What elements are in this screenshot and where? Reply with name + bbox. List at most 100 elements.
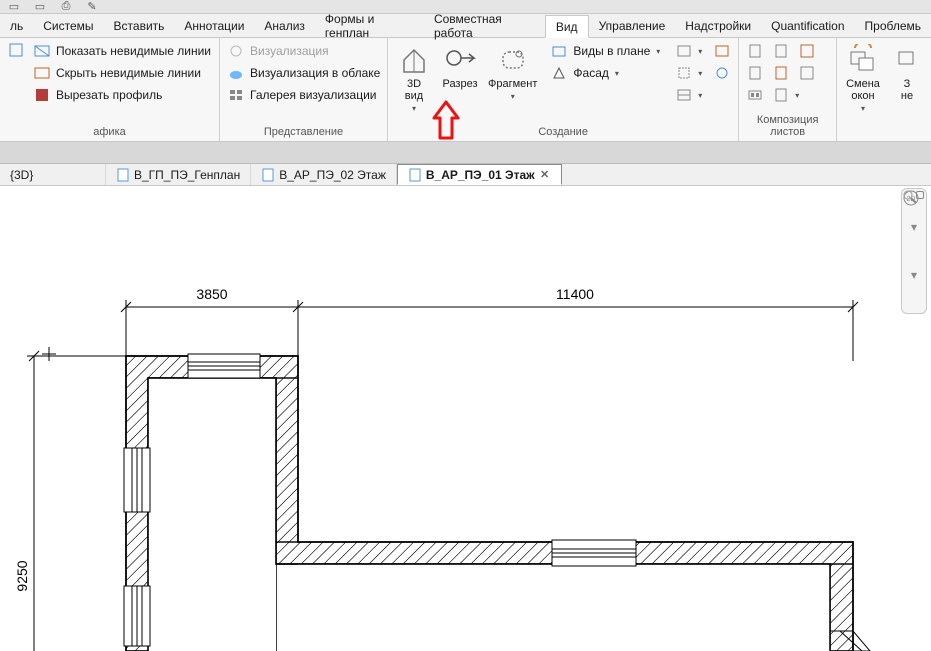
small-icon [676, 87, 692, 103]
menu-insert[interactable]: Вставить [104, 14, 175, 37]
panel-title-graphics: афика [4, 124, 215, 141]
qat-icon[interactable]: ▭ [6, 1, 22, 13]
sheet-btn-5[interactable] [769, 62, 793, 84]
sheet-btn-7[interactable] [743, 84, 767, 106]
menu-massing[interactable]: Формы и генплан [315, 14, 424, 37]
panel-title-windows [841, 124, 927, 141]
tab-3d[interactable]: {3D} [0, 164, 106, 185]
ribbon: Показать невидимые линии Скрыть невидимы… [0, 38, 931, 142]
menu-collaborate[interactable]: Совместная работа [424, 14, 545, 37]
menu-analyze[interactable]: Анализ [254, 14, 315, 37]
drawing-viewport[interactable]: 2D ▾ ▾ 3850 11400 [0, 186, 931, 651]
callout-icon [497, 44, 529, 76]
small-icon [799, 43, 815, 59]
tab-label: В_ГП_ПЭ_Генплан [134, 168, 240, 182]
render-icon [228, 43, 244, 59]
elevation-icon [551, 65, 567, 81]
qat-icon[interactable]: ✎ [84, 1, 100, 13]
render-button: Визуализация [224, 40, 384, 62]
cut-profile-label: Вырезать профиль [56, 88, 162, 102]
plan-views-button[interactable]: Виды в плане ▾ [547, 40, 664, 62]
dropdown-icon: ▾ [656, 47, 660, 56]
close-hidden-label: З не [901, 78, 913, 102]
render-cloud-icon [228, 65, 244, 81]
small-icon [714, 43, 730, 59]
menu-issues[interactable]: Проблемь [855, 14, 931, 37]
qat-icon[interactable]: ⎙ [58, 1, 74, 13]
panel-title-sheets: Композиция листов [743, 112, 832, 141]
render-label: Визуализация [250, 44, 329, 58]
menu-manage[interactable]: Управление [589, 14, 676, 37]
menu-quantification[interactable]: Quantification [761, 14, 854, 37]
switch-windows-button[interactable]: Смена окон ▾ [841, 40, 885, 117]
menu-annotate[interactable]: Аннотации [174, 14, 254, 37]
small-icon [747, 87, 763, 103]
show-hidden-lines-button[interactable]: Показать невидимые линии [30, 40, 215, 62]
callout-button[interactable]: Фрагмент ▾ [484, 40, 541, 105]
switch-windows-icon [847, 44, 879, 76]
section-button[interactable]: Разрез [438, 40, 482, 92]
tab-floor2[interactable]: В_АР_ПЭ_02 Этаж [251, 164, 397, 185]
dimension-label: 3850 [196, 286, 227, 302]
hide-hidden-icon [34, 65, 50, 81]
small-icon [773, 87, 789, 103]
doc-icon [408, 168, 422, 182]
tab-floor1[interactable]: В_АР_ПЭ_01 Этаж ✕ [397, 164, 562, 185]
spacer-bar [0, 142, 931, 164]
cut-profile-button[interactable]: Вырезать профиль [30, 84, 215, 106]
doc-icon [261, 168, 275, 182]
dropdown-icon: ▾ [412, 103, 416, 115]
sheet-btn-8[interactable]: ▾ [769, 84, 803, 106]
sheet-btn-6[interactable] [795, 62, 819, 84]
elevation-button[interactable]: Фасад ▾ [547, 62, 664, 84]
tab-label: В_АР_ПЭ_01 Этаж [426, 168, 535, 182]
dropdown-icon: ▾ [615, 69, 619, 78]
tab-label: {3D} [10, 168, 33, 182]
small-icon [773, 65, 789, 81]
small-icon [676, 65, 692, 81]
graphics-icon[interactable] [8, 42, 24, 58]
dropdown-icon: ▾ [861, 103, 865, 115]
creation-small-2[interactable]: ▾ [672, 62, 706, 84]
sheet-btn-2[interactable] [769, 40, 793, 62]
qat-icon[interactable]: ▭ [32, 1, 48, 13]
small-icon [747, 43, 763, 59]
render-gallery-icon [228, 87, 244, 103]
panel-title-presentation: Представление [224, 124, 383, 141]
menu-systems[interactable]: Системы [33, 14, 103, 37]
section-label: Разрез [442, 78, 477, 90]
creation-small-4[interactable] [710, 40, 734, 62]
switch-windows-label: Смена окон [846, 78, 880, 102]
menu-addins[interactable]: Надстройки [675, 14, 761, 37]
sheet-btn-1[interactable] [743, 40, 767, 62]
sheet-btn-4[interactable] [743, 62, 767, 84]
creation-small-1[interactable]: ▾ [672, 40, 706, 62]
dropdown-icon: ▾ [511, 91, 515, 103]
tab-genplan[interactable]: В_ГП_ПЭ_Генплан [106, 164, 251, 185]
sheet-btn-3[interactable] [795, 40, 819, 62]
show-hidden-icon [34, 43, 50, 59]
render-cloud-button[interactable]: Визуализация в облаке [224, 62, 384, 84]
close-hidden-button[interactable]: З не [887, 40, 927, 104]
close-tab-button[interactable]: ✕ [539, 169, 551, 181]
plan-view-icon [551, 43, 567, 59]
creation-small-3[interactable]: ▾ [672, 84, 706, 106]
render-gallery-button[interactable]: Галерея визуализации [224, 84, 384, 106]
render-gallery-label: Галерея визуализации [250, 88, 377, 102]
floor-plan-drawing: 3850 11400 9250 [0, 186, 931, 651]
creation-small-5[interactable] [710, 62, 734, 84]
dimension-label: 11400 [556, 286, 594, 302]
hide-hidden-lines-button[interactable]: Скрыть невидимые линии [30, 62, 215, 84]
render-cloud-label: Визуализация в облаке [250, 66, 380, 80]
plan-views-label: Виды в плане [573, 44, 650, 58]
3d-view-label: 3D вид [405, 78, 423, 102]
tab-label: В_АР_ПЭ_02 Этаж [279, 168, 386, 182]
callout-label: Фрагмент [488, 78, 537, 90]
small-icon [773, 43, 789, 59]
menu-view[interactable]: Вид [545, 15, 589, 38]
house-3d-icon [398, 44, 430, 76]
doc-icon [116, 168, 130, 182]
small-icon [714, 65, 730, 81]
show-hidden-label: Показать невидимые линии [56, 44, 211, 58]
menu-file-trunc[interactable]: ль [0, 14, 33, 37]
